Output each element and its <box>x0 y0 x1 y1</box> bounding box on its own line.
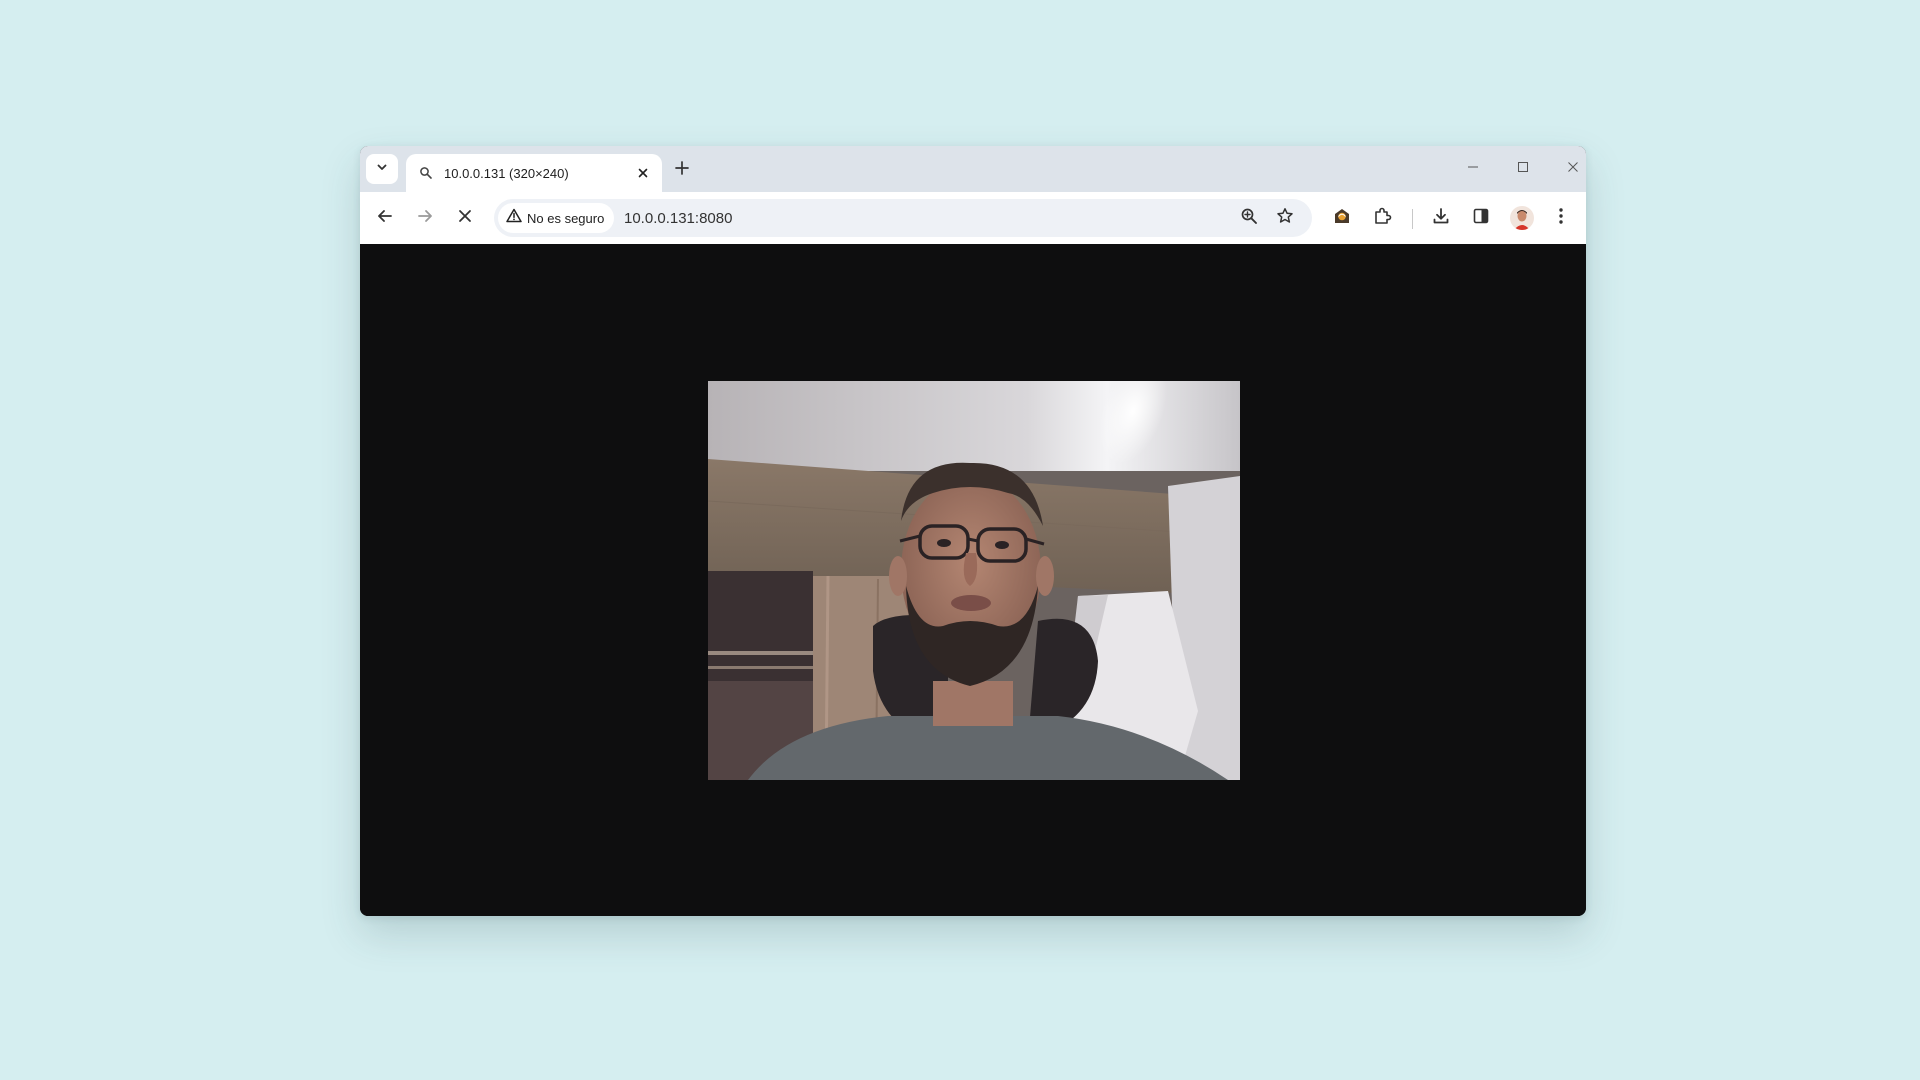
tab-strip: 10.0.0.131 (320×240) <box>360 146 1586 192</box>
extension-badge-icon <box>1332 206 1352 231</box>
avatar[interactable] <box>1510 206 1534 230</box>
star-icon <box>1276 207 1294 230</box>
close-icon <box>457 208 473 229</box>
close-icon <box>638 168 648 178</box>
browser-window: 10.0.0.131 (320×240) No es seguro 10.0.0… <box>360 146 1586 916</box>
extensions-menu-button[interactable] <box>1369 205 1395 231</box>
search-favicon-icon <box>418 165 434 181</box>
puzzle-icon <box>1372 206 1392 231</box>
close-window-button[interactable] <box>1560 156 1586 182</box>
maximize-button[interactable] <box>1510 156 1536 182</box>
arrow-right-icon <box>416 207 434 230</box>
security-chip[interactable]: No es seguro <box>498 203 615 233</box>
plus-icon <box>674 160 690 181</box>
camera-stream-image <box>708 381 1240 780</box>
tab-title: 10.0.0.131 (320×240) <box>444 165 569 181</box>
chevron-down-icon <box>376 160 388 178</box>
more-vertical-icon <box>1558 207 1564 230</box>
tab-close-button[interactable] <box>634 164 652 182</box>
warning-triangle-icon <box>506 208 522 228</box>
download-icon <box>1431 206 1451 231</box>
address-bar[interactable]: No es seguro 10.0.0.131:8080 <box>494 199 1312 237</box>
extension-button[interactable] <box>1329 205 1355 231</box>
page-viewport <box>360 244 1586 916</box>
browser-menu-button[interactable] <box>1548 205 1574 231</box>
minimize-button[interactable] <box>1460 156 1486 182</box>
back-button[interactable] <box>372 205 398 231</box>
url-text: 10.0.0.131:8080 <box>624 210 733 227</box>
security-label: No es seguro <box>527 210 605 226</box>
zoom-in-icon <box>1240 207 1258 230</box>
zoom-button[interactable] <box>1236 205 1262 231</box>
downloads-button[interactable] <box>1428 205 1454 231</box>
maximize-icon <box>1516 160 1530 179</box>
toolbar-divider <box>1412 209 1413 229</box>
new-tab-button[interactable] <box>670 158 694 182</box>
arrow-left-icon <box>376 207 394 230</box>
forward-button[interactable] <box>412 205 438 231</box>
side-panel-button[interactable] <box>1468 205 1494 231</box>
tab-active[interactable]: 10.0.0.131 (320×240) <box>406 154 662 192</box>
bookmark-button[interactable] <box>1272 205 1298 231</box>
side-panel-icon <box>1472 207 1490 230</box>
stop-loading-button[interactable] <box>452 205 478 231</box>
browser-toolbar: No es seguro 10.0.0.131:8080 <box>360 192 1586 245</box>
close-icon <box>1566 160 1580 179</box>
tab-search-button[interactable] <box>366 154 398 184</box>
minimize-icon <box>1466 160 1480 179</box>
